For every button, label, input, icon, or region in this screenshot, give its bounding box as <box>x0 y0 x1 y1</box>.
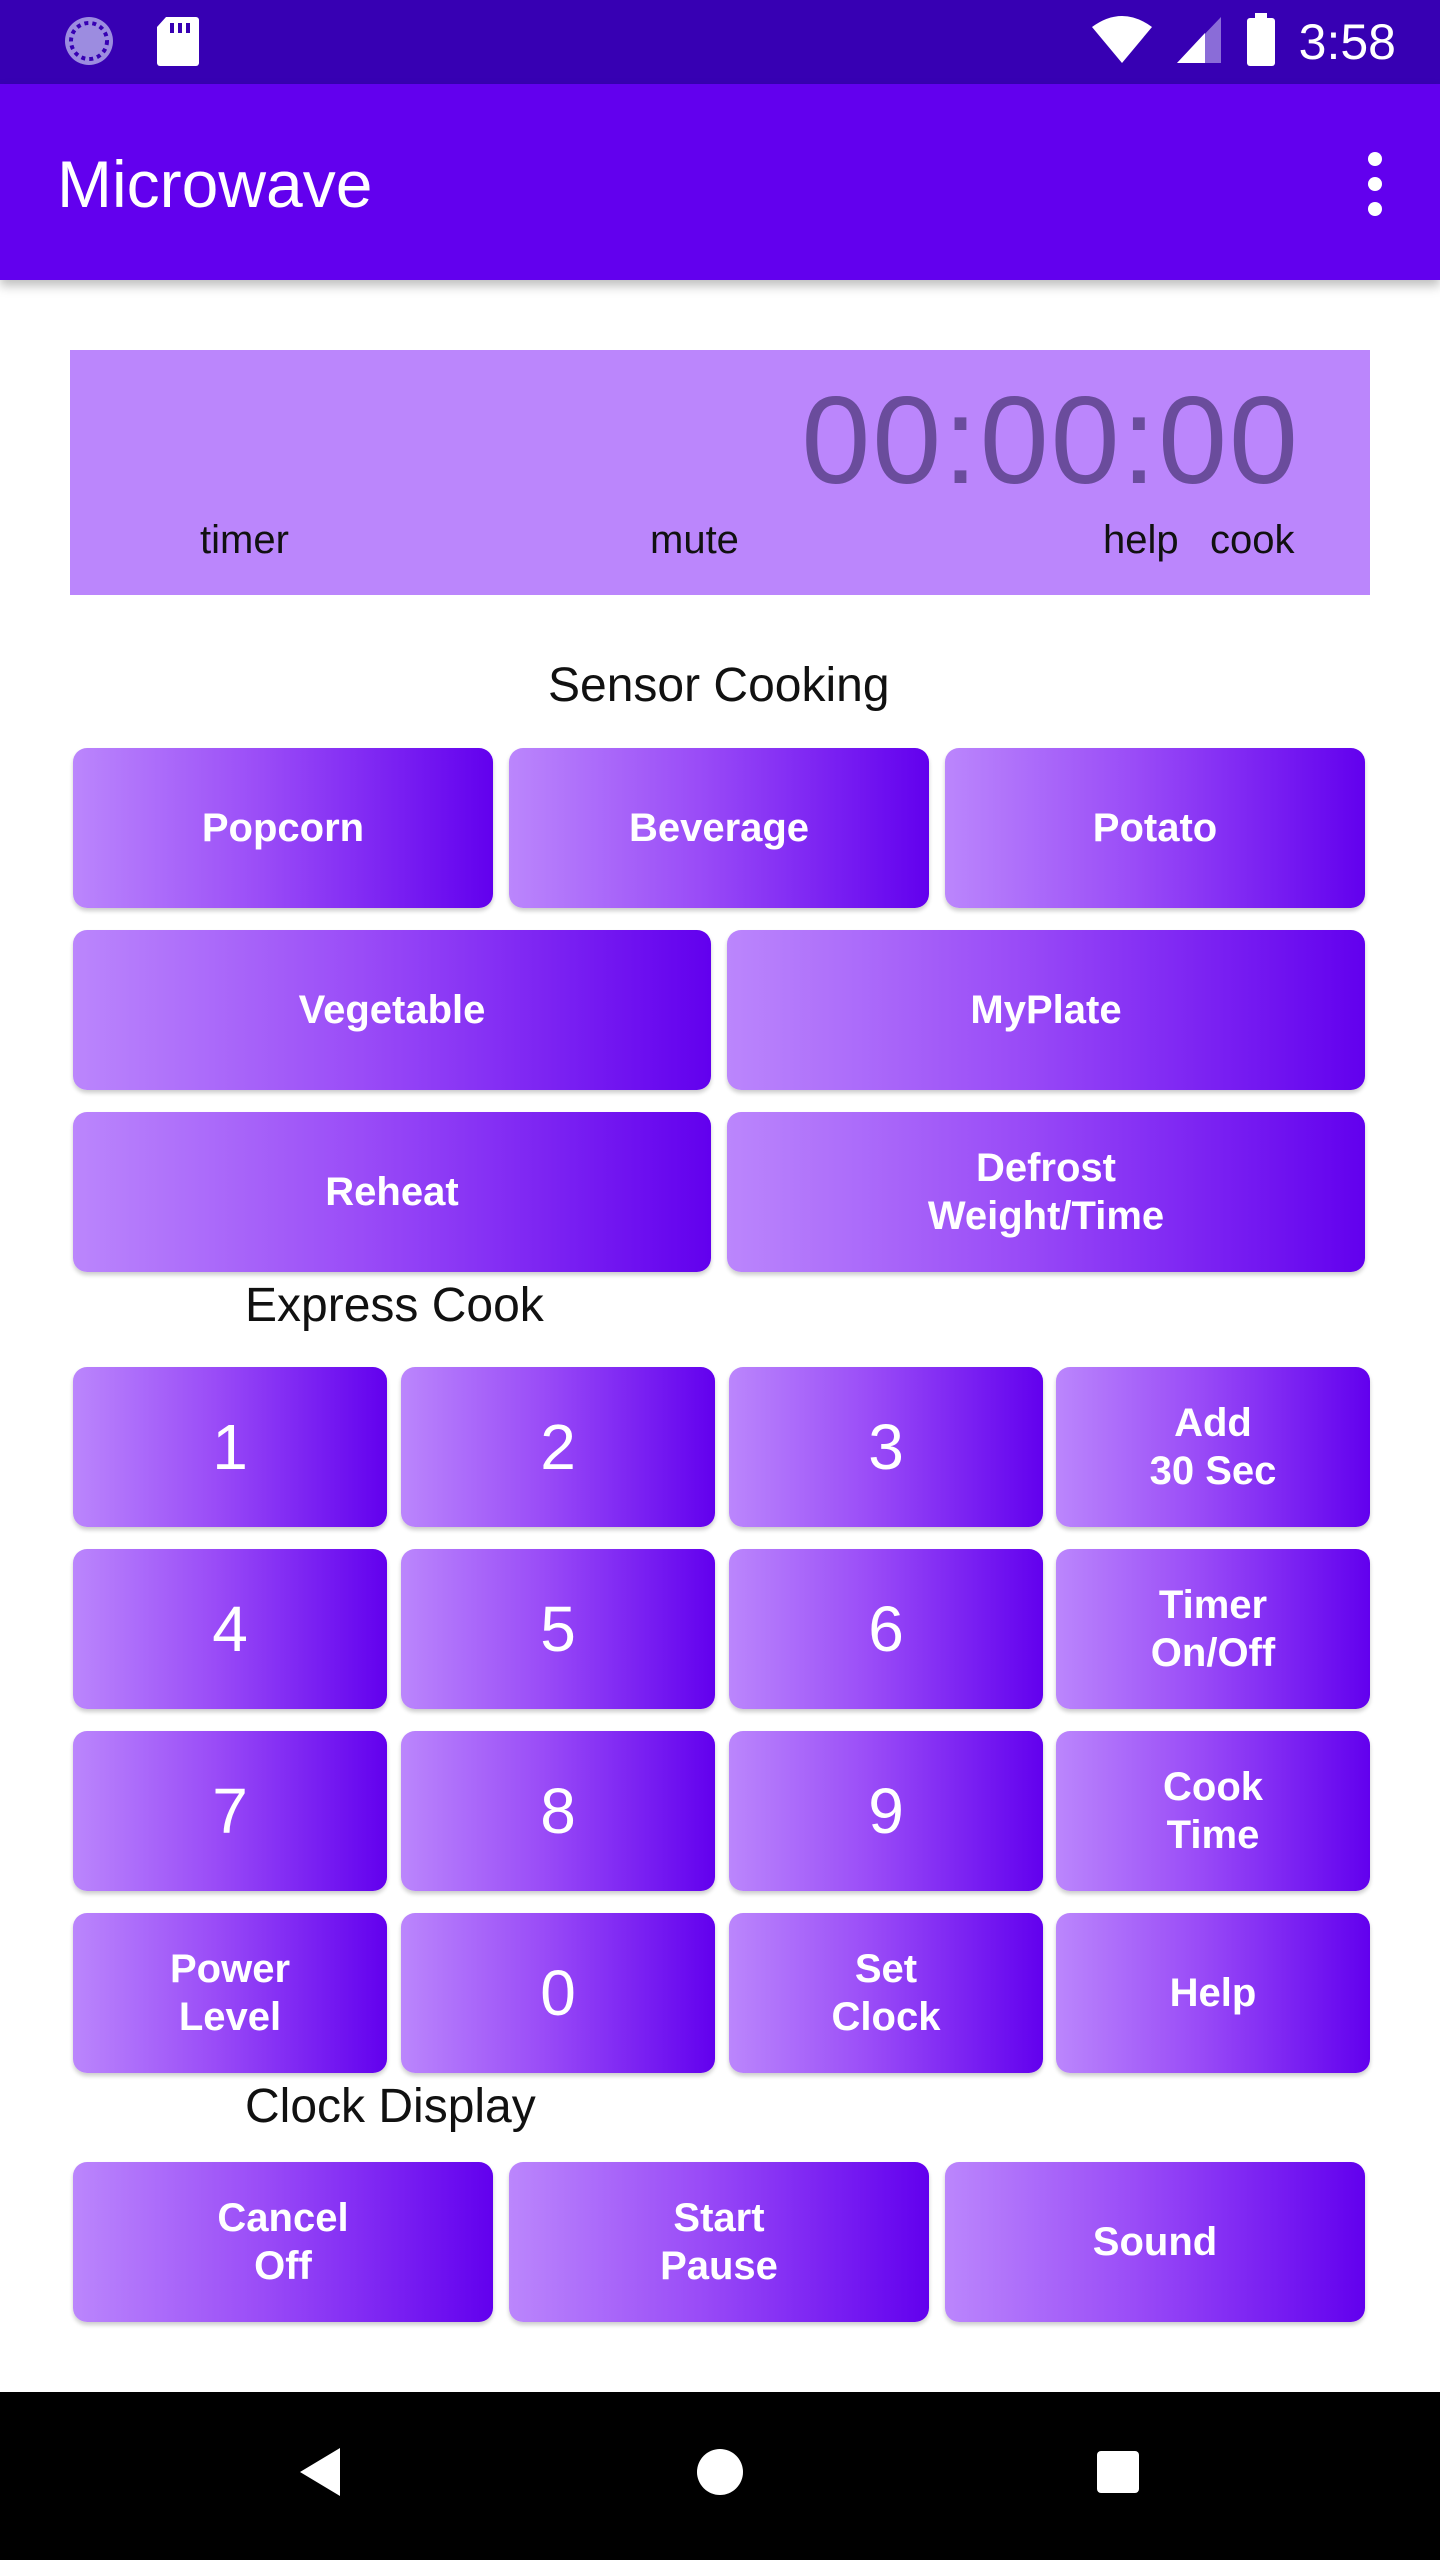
mute-indicator: mute <box>650 518 739 562</box>
help-indicator: help <box>1103 518 1179 562</box>
overflow-menu-icon <box>1368 152 1382 166</box>
display-time: 00:00:00 <box>801 372 1300 510</box>
beverage-button[interactable]: Beverage <box>509 748 929 908</box>
navigation-bar <box>0 2392 1440 2560</box>
home-icon[interactable] <box>696 2448 744 2501</box>
potato-button[interactable]: Potato <box>945 748 1365 908</box>
start-pause-button[interactable]: Start Pause <box>509 2162 929 2322</box>
set-clock-button[interactable]: Set Clock <box>729 1913 1043 2073</box>
keypad-1-button[interactable]: 1 <box>73 1367 387 1527</box>
keypad-3-button[interactable]: 3 <box>729 1367 1043 1527</box>
keypad-0-button[interactable]: 0 <box>401 1913 715 2073</box>
section-express-cook: Express Cook <box>245 1279 544 1332</box>
defrost-button[interactable]: Defrost Weight/Time <box>727 1112 1365 1272</box>
loading-icon <box>62 14 116 73</box>
sd-card-icon <box>156 15 200 72</box>
keypad-8-button[interactable]: 8 <box>401 1731 715 1891</box>
keypad-9-button[interactable]: 9 <box>729 1731 1043 1891</box>
wifi-icon <box>1091 15 1153 70</box>
signal-icon <box>1175 15 1223 70</box>
section-clock-display: Clock Display <box>245 2080 536 2133</box>
overflow-dot <box>1368 202 1382 216</box>
popcorn-button[interactable]: Popcorn <box>73 748 493 908</box>
back-icon[interactable] <box>298 2446 342 2503</box>
power-level-button[interactable]: Power Level <box>73 1913 387 2073</box>
myplate-button[interactable]: MyPlate <box>727 930 1365 1090</box>
overflow-menu-button[interactable] <box>1350 144 1400 224</box>
help-button[interactable]: Help <box>1056 1913 1370 2073</box>
status-bar: 3:58 <box>0 0 1440 84</box>
overflow-dot <box>1368 177 1382 191</box>
add-30-sec-button[interactable]: Add 30 Sec <box>1056 1367 1370 1527</box>
sound-button[interactable]: Sound <box>945 2162 1365 2322</box>
timer-indicator: timer <box>200 518 289 562</box>
app-bar: Microwave <box>0 84 1440 280</box>
cancel-off-button[interactable]: Cancel Off <box>73 2162 493 2322</box>
status-time: 3:58 <box>1298 14 1396 70</box>
cook-indicator: cook <box>1210 518 1295 562</box>
display-panel: 00:00:00 timer mute help cook <box>70 350 1370 595</box>
cook-time-button[interactable]: Cook Time <box>1056 1731 1370 1891</box>
vegetable-button[interactable]: Vegetable <box>73 930 711 1090</box>
section-sensor-cooking: Sensor Cooking <box>548 659 890 712</box>
keypad-2-button[interactable]: 2 <box>401 1367 715 1527</box>
app-title: Microwave <box>57 147 373 221</box>
recents-icon[interactable] <box>1096 2450 1140 2499</box>
keypad-5-button[interactable]: 5 <box>401 1549 715 1709</box>
timer-toggle-button[interactable]: Timer On/Off <box>1056 1549 1370 1709</box>
keypad-6-button[interactable]: 6 <box>729 1549 1043 1709</box>
reheat-button[interactable]: Reheat <box>73 1112 711 1272</box>
keypad-7-button[interactable]: 7 <box>73 1731 387 1891</box>
keypad-4-button[interactable]: 4 <box>73 1549 387 1709</box>
battery-icon <box>1245 12 1277 72</box>
